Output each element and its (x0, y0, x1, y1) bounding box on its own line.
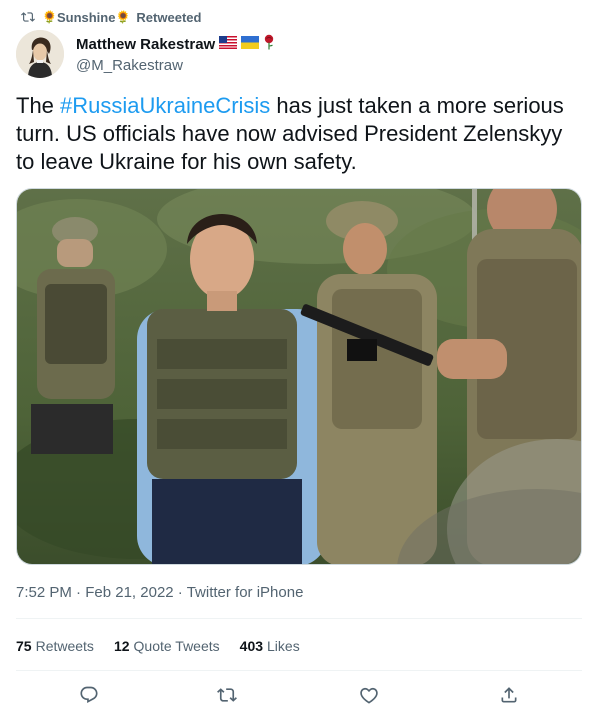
retweet-icon[interactable] (216, 684, 238, 706)
retweet-context-icon (20, 10, 36, 24)
quote-tweets-count: 12 (113, 638, 130, 654)
meta-separator: · (173, 584, 187, 601)
hashtag-link[interactable]: #RussiaUkraineCrisis (60, 93, 270, 118)
tweet-text-intro: The (16, 93, 61, 118)
author-display-name[interactable]: Matthew Rakestraw (76, 36, 215, 53)
likes-label: Likes (267, 638, 300, 654)
divider (16, 618, 582, 619)
tweet-stats: 75 Retweets 12 Quote Tweets 403 Likes (16, 632, 300, 660)
retweeted-label: Retweeted (136, 9, 202, 25)
divider (16, 670, 582, 671)
avatar[interactable] (16, 30, 64, 78)
retweets-label: Retweets (35, 638, 94, 654)
tweet-photo[interactable] (16, 188, 582, 565)
retweet-context: 🌻 Sunshine 🌻 Retweeted (20, 8, 201, 26)
retweets-stat[interactable]: 75 Retweets (16, 638, 94, 654)
likes-stat[interactable]: 403 Likes (240, 638, 300, 654)
tweet-source[interactable]: Twitter for iPhone (187, 584, 304, 601)
tweet-time[interactable]: 7:52 PM (16, 584, 72, 601)
rose-icon (263, 34, 275, 55)
tweet-text: The #RussiaUkraineCrisis has just taken … (16, 92, 582, 176)
like-icon[interactable] (358, 684, 380, 706)
quote-tweets-stat[interactable]: 12 Quote Tweets (114, 638, 220, 654)
tweet-date[interactable]: Feb 21, 2022 (85, 584, 173, 601)
sunflower-icon: 🌻 (42, 10, 57, 24)
reply-icon[interactable] (78, 684, 100, 706)
tweet-actions (16, 680, 582, 710)
retweets-count: 75 (16, 638, 32, 654)
quote-tweets-label: Quote Tweets (133, 638, 220, 654)
sunflower-icon: 🌻 (115, 10, 131, 24)
tweet-meta: 7:52 PM · Feb 21, 2022 · Twitter for iPh… (16, 584, 303, 601)
ukraine-flag-icon (241, 35, 260, 54)
tweet-header: Matthew Rakestraw @M_Rakestraw (16, 30, 582, 78)
likes-count: 403 (239, 638, 264, 654)
meta-separator: · (71, 584, 86, 601)
retweeter-link[interactable]: 🌻 Sunshine 🌻 (42, 10, 130, 25)
retweeter-name[interactable]: Sunshine (57, 10, 116, 25)
us-flag-icon (219, 35, 238, 54)
share-icon[interactable] (498, 684, 520, 706)
author-handle[interactable]: @M_Rakestraw (76, 57, 275, 74)
